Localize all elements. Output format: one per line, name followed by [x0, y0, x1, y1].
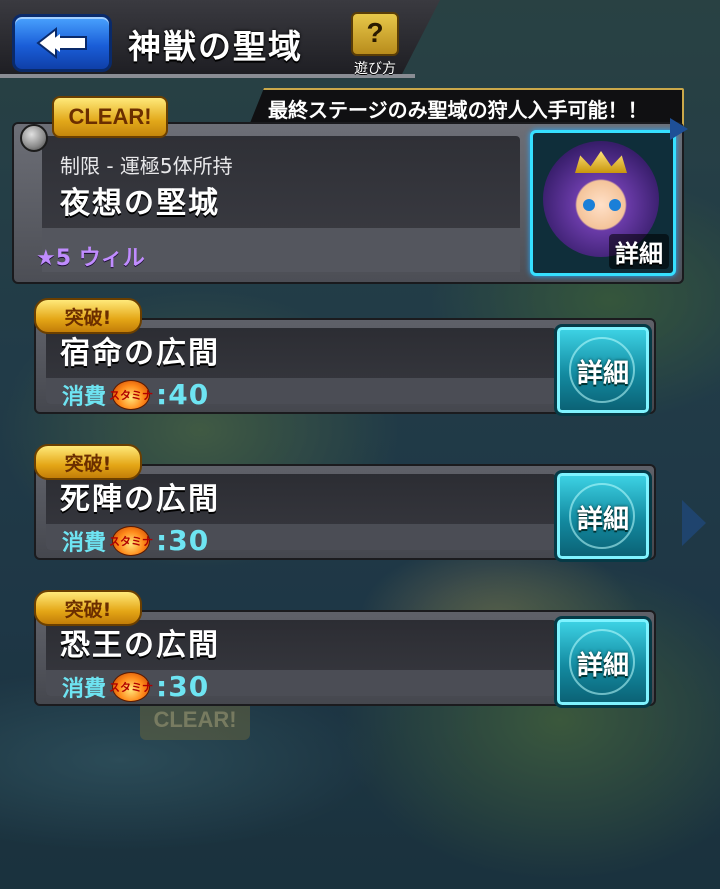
stamina-icon: スタミナ: [109, 379, 153, 410]
help-label: 遊び方: [354, 61, 396, 77]
featured-stage-name: 夜想の堅城: [60, 186, 220, 221]
boss-portrait-detail-button[interactable]: 詳細: [530, 130, 676, 276]
stamina-cost: 消費 スタミナ :30: [62, 524, 209, 557]
breakthrough-badge: 突破!: [34, 590, 142, 626]
clear-badge: CLEAR!: [52, 96, 168, 138]
detail-button[interactable]: 詳細: [554, 616, 652, 708]
detail-button[interactable]: 詳細: [554, 470, 652, 562]
detail-button[interactable]: 詳細: [554, 324, 652, 416]
quest-name: 恐王の広間: [60, 628, 220, 663]
cost-label: 消費: [62, 530, 107, 556]
cost-label: 消費: [62, 676, 107, 702]
detail-button-label: 詳細: [576, 651, 629, 681]
question-icon: ?: [351, 12, 399, 56]
info-banner-text: 最終ステージのみ聖域の狩人入手可能！！: [268, 98, 648, 122]
boss-name: ★5 ウィル: [36, 246, 145, 271]
pin-icon: [20, 124, 48, 152]
quest-name: 死陣の広間: [60, 482, 220, 517]
breakthrough-badge: 突破!: [34, 444, 142, 480]
detail-button-label: 詳細: [576, 505, 629, 535]
restriction-text: 制限 - 運極5体所持: [60, 154, 233, 178]
stamina-cost: 消費 スタミナ :40: [62, 378, 209, 411]
quest-row[interactable]: 突破! 死陣の広間 消費 スタミナ :30 詳細: [34, 444, 656, 562]
stamina-icon: スタミナ: [109, 525, 153, 556]
breakthrough-badge: 突破!: [34, 298, 142, 334]
header: 神獣の聖域 ? 遊び方: [0, 0, 440, 80]
back-button[interactable]: [12, 14, 112, 72]
cost-value: :30: [156, 524, 210, 557]
page-title: 神獣の聖域: [128, 27, 303, 66]
cost-label: 消費: [62, 384, 107, 410]
quest-row[interactable]: 突破! 恐王の広間 消費 スタミナ :30 詳細: [34, 590, 656, 708]
quest-row[interactable]: 突破! 宿命の広間 消費 スタミナ :40 詳細: [34, 298, 656, 416]
help-button[interactable]: ? 遊び方: [348, 12, 402, 77]
quest-name: 宿命の広間: [60, 336, 220, 371]
back-arrow-icon: [36, 26, 87, 60]
stamina-icon: スタミナ: [109, 671, 153, 702]
eyes-icon: [583, 199, 623, 211]
cost-value: :30: [156, 670, 210, 703]
cost-value: :40: [156, 378, 210, 411]
portrait-detail-label: 詳細: [609, 234, 669, 269]
detail-button-label: 詳細: [576, 359, 629, 389]
stamina-cost: 消費 スタミナ :30: [62, 670, 209, 703]
